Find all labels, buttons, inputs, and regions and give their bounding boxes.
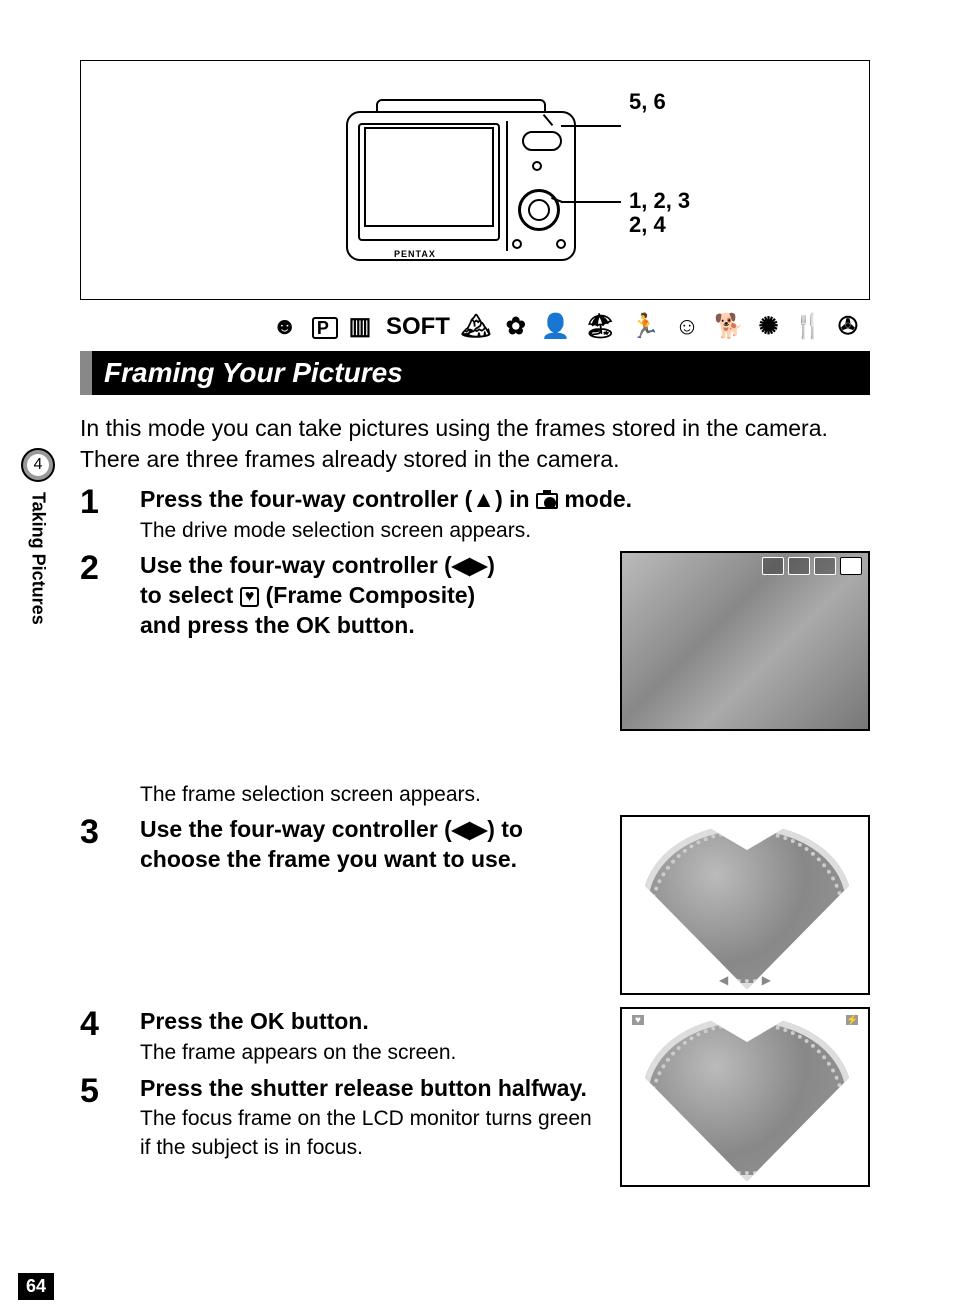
mode-green-icon: ☻ [272,313,301,340]
page-content: PENTAX 5, 6 1, 2, 3 2, 4 ☻ P ▥ SOFT 🏔 ✿ … [80,60,870,1193]
step-2-head: Use the four-way controller (◀▶) to sele… [140,551,608,641]
ok-label-2: OK [250,1008,285,1034]
mode-record-icon: ✇ [838,313,862,340]
chapter-label: Taking Pictures [28,488,49,625]
nav-center-indicator-icon [731,973,759,991]
step-1: 1 Press the four-way controller (▲) in m… [80,485,870,545]
step-3-number: 3 [80,815,140,1001]
mode-portrait-icon: 👤 [541,313,575,340]
mode-p-icon: P [312,317,338,339]
step-1-sub: The drive mode selection screen appears. [140,517,870,545]
step-4-head: Press the OK button. [140,1007,608,1037]
frame-applied-screenshot: ♥ ⚡ [620,1007,870,1187]
step-2-sub: The frame selection screen appears. [140,781,608,809]
callout-5-6: 5, 6 [629,89,666,115]
camera-brand-label: PENTAX [394,249,436,259]
mode-fireworks-icon: ✺ [759,313,783,340]
steps-list: 1 Press the four-way controller (▲) in m… [80,485,870,1193]
chapter-number-badge: 4 [21,448,55,482]
ok-label: OK [296,612,331,638]
step-2: 2 Use the four-way controller (◀▶) to se… [80,551,870,809]
status-flash-icon: ⚡ [844,1013,860,1027]
frame-composite-icon: ♥ [240,587,260,607]
page-number: 64 [18,1273,54,1300]
step-3-head: Use the four-way controller (◀▶) to choo… [140,815,608,875]
mode-sport-icon: 🏃 [630,313,664,340]
mode-soft-label: SOFT [386,313,450,340]
nav-left-indicator-icon [632,969,648,985]
step-5-sub: The focus frame on the LCD monitor turns… [140,1105,608,1162]
mode-kids-icon: ☺ [675,313,704,340]
mode-beach-icon: 🏖 [585,313,619,340]
mode-mountain-icon: 🏔 [461,313,495,340]
status-frame-icon: ♥ [630,1013,646,1027]
drivemode-frame-icon [840,557,862,575]
chapter-number: 4 [27,454,49,476]
intro-text: In this mode you can take pictures using… [80,413,870,475]
step-3: 3 Use the four-way controller (◀▶) to ch… [80,815,870,1001]
mode-pet-icon: 🐕 [714,313,748,340]
callout-line1: 1, 2, 3 [629,188,690,213]
drivemode-standard-icon [762,557,784,575]
drivemode-continuous-icon [814,557,836,575]
camera-mode-icon [536,493,558,509]
frame-select-screenshot [620,815,870,995]
step-1-number: 1 [80,485,140,545]
drivemode-timer-icon [788,557,810,575]
callout-line2: 2, 4 [629,212,666,237]
chapter-tab: 4 Taking Pictures [18,448,58,625]
mode-flower-icon: ✿ [506,313,530,340]
step-5-number: 5 [80,1074,140,1163]
mode-night-icon: ▥ [349,313,376,340]
status-card-icon [844,1031,862,1045]
step-2-number: 2 [80,551,140,809]
step-5-head: Press the shutter release button halfway… [140,1074,608,1104]
mode-icon-row: ☻ P ▥ SOFT 🏔 ✿ 👤 🏖 🏃 ☺ 🐕 ✺ 🍴 ✇ [80,308,870,343]
mode-food-icon: 🍴 [793,313,827,340]
drive-mode-screenshot [620,551,870,731]
step-4-sub: The frame appears on the screen. [140,1039,608,1067]
camera-diagram: PENTAX 5, 6 1, 2, 3 2, 4 [80,60,870,300]
step-5: 5 Press the shutter release button halfw… [80,1074,608,1163]
step-4: 4 Press the OK button. The frame appears… [80,1007,870,1193]
section-title: Framing Your Pictures [80,351,870,395]
camera-illustration: PENTAX [346,91,576,261]
nav-right-indicator-icon [838,971,856,985]
callout-1-2-3-4: 1, 2, 3 2, 4 [629,189,690,237]
step-1-head: Press the four-way controller (▲) in mod… [140,485,870,515]
